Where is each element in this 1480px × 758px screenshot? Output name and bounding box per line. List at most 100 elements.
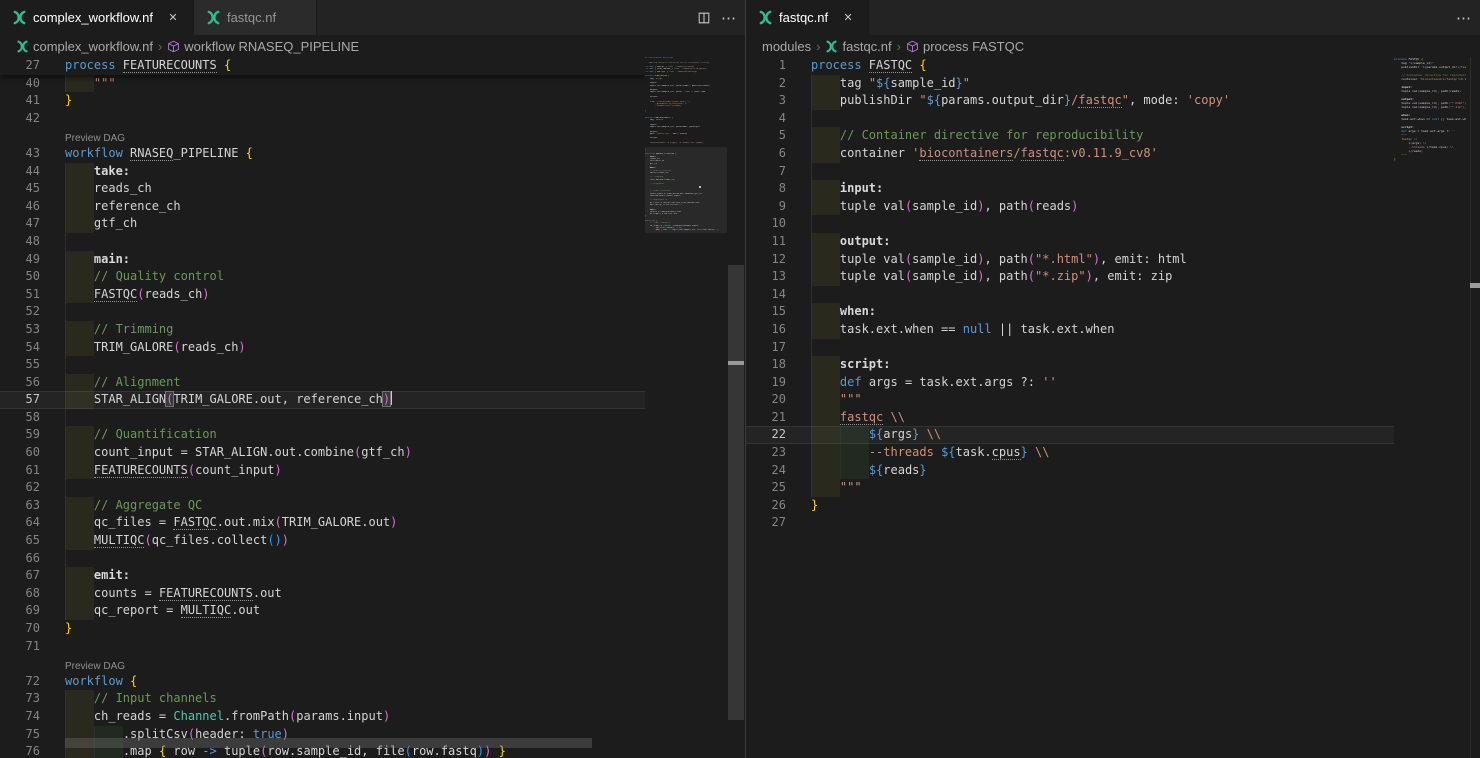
code-line-23[interactable]: 23--threads ${task.cpus} \\ (746, 444, 1394, 462)
code-line-62[interactable]: 62 (0, 479, 645, 497)
editor-group-left: complex_workflow.nf ✕ fastqc.nf ⋯ (0, 0, 745, 758)
code-line-18[interactable]: 18script: (746, 356, 1394, 374)
minimap-slider[interactable] (645, 147, 727, 233)
code-line-16[interactable]: 16task.ext.when == null || task.ext.when (746, 321, 1394, 339)
breadcrumb-file[interactable]: fastqc.nf (825, 39, 891, 54)
code-line-14[interactable]: 14 (746, 286, 1394, 304)
code-line-73[interactable]: 73// Input channels (0, 690, 645, 708)
code-line-5[interactable]: 5// Container directive for reproducibil… (746, 127, 1394, 145)
close-tab-icon[interactable]: ✕ (840, 10, 856, 26)
split-editor-icon[interactable] (697, 11, 711, 25)
breadcrumb-left: complex_workflow.nf › workflow RNASEQ_PI… (0, 35, 745, 57)
code-line-49[interactable]: 49main: (0, 251, 645, 269)
more-actions-icon[interactable]: ⋯ (1456, 9, 1472, 27)
code-line-54[interactable]: 54TRIM_GALORE(reads_ch) (0, 339, 645, 357)
code-line-48[interactable]: 48 (0, 233, 645, 251)
code-line-9[interactable]: 9tuple val(sample_id), path(reads) (746, 198, 1394, 216)
breadcrumb-file[interactable]: complex_workflow.nf (16, 39, 153, 54)
horizontal-scrollbar-left[interactable] (65, 738, 592, 748)
nextflow-file-icon (758, 10, 773, 25)
code-line-64[interactable]: 64qc_files = FASTQC.out.mix(TRIM_GALORE.… (0, 514, 645, 532)
code-editor-right[interactable]: 1process FASTQC {2tag "${sample_id}"3pub… (746, 57, 1480, 758)
vertical-scrollbar-right[interactable] (1470, 57, 1480, 758)
breadcrumb-folder[interactable]: modules (762, 39, 811, 54)
code-line-57[interactable]: 57STAR_ALIGN(TRIM_GALORE.out, reference_… (0, 391, 645, 409)
code-line-45[interactable]: 45reads_ch (0, 180, 645, 198)
code-line-43[interactable]: 43workflow RNASEQ_PIPELINE { (0, 145, 645, 163)
code-line-41[interactable]: 41} (0, 92, 645, 110)
sticky-scroll-line[interactable]: 27process FEATURECOUNTS { (0, 57, 645, 75)
code-line-59[interactable]: 59// Quantification (0, 426, 645, 444)
code-line-60[interactable]: 60count_input = STAR_ALIGN.out.combine(g… (0, 444, 645, 462)
breadcrumb-chevron-icon: › (158, 39, 162, 54)
code-line-27[interactable]: 27 (746, 514, 1394, 532)
code-line-63[interactable]: 63// Aggregate QC (0, 497, 645, 515)
breadcrumb-symbol[interactable]: workflow RNASEQ_PIPELINE (167, 39, 359, 54)
tab-fastqc-left[interactable]: fastqc.nf (194, 0, 317, 35)
code-line-74[interactable]: 74ch_reads = Channel.fromPath(params.inp… (0, 708, 645, 726)
code-line-7[interactable]: 7 (746, 163, 1394, 181)
code-line-72[interactable]: 72workflow { (0, 673, 645, 691)
code-line-42[interactable]: 42 (0, 110, 645, 128)
code-line-26[interactable]: 26} (746, 497, 1394, 515)
line-number: 48 (0, 233, 40, 251)
scrollbar-slider[interactable] (728, 265, 744, 720)
tab-complex-workflow[interactable]: complex_workflow.nf ✕ (0, 0, 194, 35)
tab-label: complex_workflow.nf (33, 10, 153, 25)
tab-fastqc-right[interactable]: fastqc.nf ✕ (746, 0, 869, 35)
code-line-51[interactable]: 51FASTQC(reads_ch) (0, 286, 645, 304)
code-line-2[interactable]: 2tag "${sample_id}" (746, 75, 1394, 93)
code-line-22[interactable]: 22${args} \\ (746, 426, 1394, 444)
code-line-1[interactable]: 1process FASTQC { (746, 57, 1394, 75)
code-line-50[interactable]: 50// Quality control (0, 268, 645, 286)
more-actions-icon[interactable]: ⋯ (721, 9, 737, 27)
code-line-53[interactable]: 53// Trimming (0, 321, 645, 339)
editor-group-right: fastqc.nf ✕ ⋯ modules › fastqc.nf › (745, 0, 1480, 758)
code-line-58[interactable]: 58 (0, 409, 645, 427)
minimap-left[interactable]: #!/usr/bin/env nextflow// RNA-seq analys… (645, 57, 727, 758)
code-line-12[interactable]: 12tuple val(sample_id), path("*.html"), … (746, 251, 1394, 269)
line-number: 52 (0, 303, 40, 321)
code-line-20[interactable]: 20""" (746, 391, 1394, 409)
code-line-69[interactable]: 69qc_report = MULTIQC.out (0, 602, 645, 620)
code-line-61[interactable]: 61FEATURECOUNTS(count_input) (0, 462, 645, 480)
close-tab-icon[interactable]: ✕ (165, 10, 181, 26)
code-line-46[interactable]: 46reference_ch (0, 198, 645, 216)
code-line-47[interactable]: 47gtf_ch (0, 215, 645, 233)
minimap-right[interactable]: process FASTQC {tag "${sample_id}"publis… (1394, 57, 1466, 758)
code-line-40[interactable]: 40""" (0, 75, 645, 93)
code-line-44[interactable]: 44take: (0, 163, 645, 181)
code-line-3[interactable]: 3publishDir "${params.output_dir}/fastqc… (746, 92, 1394, 110)
code-line-25[interactable]: 25""" (746, 479, 1394, 497)
code-line-24[interactable]: 24${reads} (746, 462, 1394, 480)
code-editor-left[interactable]: 27process FEATURECOUNTS {40"""41}42Previ… (0, 57, 745, 758)
code-line-68[interactable]: 68counts = FEATURECOUNTS.out (0, 585, 645, 603)
breadcrumb-symbol[interactable]: process FASTQC (906, 39, 1024, 54)
code-line-15[interactable]: 15when: (746, 303, 1394, 321)
nextflow-file-icon (206, 10, 221, 25)
code-line-55[interactable]: 55 (0, 356, 645, 374)
code-line-10[interactable]: 10 (746, 215, 1394, 233)
code-line-71[interactable]: 71 (0, 638, 645, 656)
code-line-19[interactable]: 19def args = task.ext.args ?: '' (746, 374, 1394, 392)
code-line-66[interactable]: 66 (0, 550, 645, 568)
nextflow-file-icon (16, 40, 29, 53)
vertical-scrollbar-left[interactable] (728, 57, 744, 758)
codelens-preview-dag[interactable]: Preview DAG (0, 655, 645, 673)
code-line-65[interactable]: 65MULTIQC(qc_files.collect()) (0, 532, 645, 550)
code-line-56[interactable]: 56// Alignment (0, 374, 645, 392)
codelens-preview-dag[interactable]: Preview DAG (0, 127, 645, 145)
code-line-21[interactable]: 21fastqc \\ (746, 409, 1394, 427)
code-line-13[interactable]: 13tuple val(sample_id), path("*.zip"), e… (746, 268, 1394, 286)
editor-workbench: complex_workflow.nf ✕ fastqc.nf ⋯ (0, 0, 1480, 758)
code-line-11[interactable]: 11output: (746, 233, 1394, 251)
code-line-70[interactable]: 70} (0, 620, 645, 638)
code-line-17[interactable]: 17 (746, 339, 1394, 357)
code-line-6[interactable]: 6container 'biocontainers/fastqc:v0.11.9… (746, 145, 1394, 163)
code-line-4[interactable]: 4 (746, 110, 1394, 128)
code-line-67[interactable]: 67emit: (0, 567, 645, 585)
line-number: 14 (746, 286, 786, 304)
code-line-52[interactable]: 52 (0, 303, 645, 321)
code-line-8[interactable]: 8input: (746, 180, 1394, 198)
line-number: 66 (0, 550, 40, 568)
